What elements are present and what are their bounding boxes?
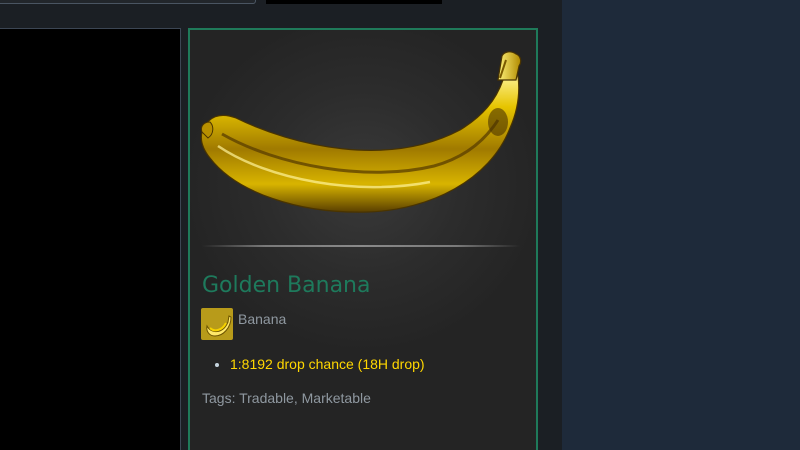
description-list: 1:8192 drop chance (18H drop) — [202, 356, 425, 372]
app-window: Golden Banana Banana 1:8192 drop chance … — [0, 0, 800, 450]
item-details-panel: Golden Banana Banana 1:8192 drop chance … — [188, 28, 538, 450]
game-name: Banana — [238, 311, 287, 327]
banana-icon[interactable] — [201, 308, 233, 340]
tags-value: Tradable, Marketable — [239, 390, 371, 406]
tags-label: Tags: — [202, 390, 236, 406]
description-item: 1:8192 drop chance (18H drop) — [230, 356, 425, 372]
page-background — [562, 0, 800, 450]
top-bar — [266, 0, 442, 4]
divider — [202, 245, 520, 247]
inventory-grid[interactable] — [0, 28, 181, 450]
item-image — [200, 51, 522, 213]
item-name: Golden Banana — [202, 273, 371, 298]
tags-line: Tags: Tradable, Marketable — [202, 390, 371, 406]
filter-input[interactable] — [0, 0, 256, 4]
